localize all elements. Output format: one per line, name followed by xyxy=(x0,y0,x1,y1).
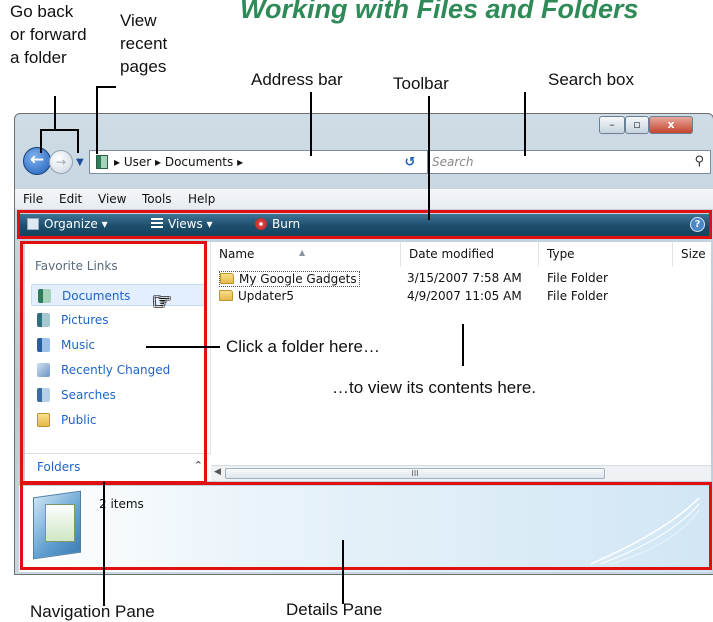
search-icon[interactable]: ⚲ xyxy=(694,154,704,169)
documents-icon xyxy=(96,155,108,169)
column-header-date-modified[interactable]: Date modified xyxy=(401,242,539,267)
forward-arrow-icon: → xyxy=(55,155,67,169)
callout-line: View xyxy=(120,11,157,30)
folder-icon xyxy=(219,290,233,301)
menu-bar: File Edit View Tools Help xyxy=(15,188,713,210)
callout-view-recent: View recent pages xyxy=(120,9,167,78)
callout-line: Go back xyxy=(10,2,74,21)
callout-go-back-forward: Go back or forward a folder xyxy=(10,0,87,69)
file-name: My Google Gadgets xyxy=(239,272,357,286)
page-title: Working with Files and Folders xyxy=(240,0,639,24)
leader-line xyxy=(524,92,526,156)
leader-line xyxy=(310,92,312,156)
file-name: Updater5 xyxy=(238,289,295,303)
leader-line xyxy=(54,96,56,130)
scrollbar-grip: III xyxy=(411,469,419,478)
column-header-label: Date modified xyxy=(409,247,495,261)
recent-pages-button[interactable]: ▼ xyxy=(76,157,84,168)
scrollbar-thumb[interactable]: III xyxy=(225,468,605,479)
details-pane-highlight-box xyxy=(20,482,712,570)
search-box[interactable]: ⚲ xyxy=(427,150,711,174)
menu-view[interactable]: View xyxy=(98,192,126,206)
leader-line xyxy=(342,540,344,604)
sort-arrow-icon: ▲ xyxy=(299,248,306,257)
leader-line xyxy=(103,482,105,606)
leader-line xyxy=(96,86,116,88)
horizontal-scrollbar[interactable]: ◀ III xyxy=(211,465,711,481)
callout-line: a folder xyxy=(10,48,67,67)
column-header-label: Size xyxy=(681,247,706,261)
navigation-pane-highlight-box xyxy=(20,241,207,484)
type-cell: File Folder xyxy=(547,271,608,285)
column-header-name[interactable]: ▲ Name xyxy=(211,242,401,267)
menu-edit[interactable]: Edit xyxy=(59,192,82,206)
menu-file[interactable]: File xyxy=(23,192,43,206)
callout-navigation-pane: Navigation Pane xyxy=(30,602,155,621)
hand-pointer-icon: ☞ xyxy=(152,289,172,314)
type-cell: File Folder xyxy=(547,289,608,303)
close-button[interactable]: x xyxy=(649,116,693,134)
callout-address-bar: Address bar xyxy=(251,70,343,89)
leader-line xyxy=(40,129,42,153)
file-name-cell: My Google Gadgets xyxy=(219,271,360,287)
date-modified-cell: 3/15/2007 7:58 AM xyxy=(407,271,522,285)
menu-tools[interactable]: Tools xyxy=(142,192,172,206)
callout-line: or forward xyxy=(10,25,87,44)
leader-line xyxy=(146,346,220,348)
column-header-size[interactable]: Size xyxy=(673,242,711,267)
callout-toolbar: Toolbar xyxy=(393,74,449,93)
callout-search-box: Search box xyxy=(548,70,634,89)
table-row[interactable]: Updater5 4/9/2007 11:05 AM File Folder xyxy=(211,288,711,306)
maximize-button[interactable]: ▫ xyxy=(625,116,649,134)
back-button[interactable]: ← xyxy=(23,147,51,175)
file-list: ▲ Name Date modified Type Size My Google… xyxy=(211,242,711,481)
chevron-down-icon: ▼ xyxy=(76,157,84,168)
column-header-type[interactable]: Type xyxy=(539,242,673,267)
search-input[interactable] xyxy=(432,154,682,170)
leader-line xyxy=(40,129,78,131)
refresh-button[interactable]: ↺ xyxy=(398,153,422,173)
back-arrow-icon: ← xyxy=(29,150,45,170)
file-name-cell: Updater5 xyxy=(219,289,294,303)
table-row[interactable]: My Google Gadgets 3/15/2007 7:58 AM File… xyxy=(211,270,711,288)
callout-line: recent xyxy=(120,34,168,53)
minimize-button[interactable]: – xyxy=(599,116,625,134)
callout-view-contents: …to view its contents here. xyxy=(332,378,537,397)
folder-icon xyxy=(220,273,234,284)
date-modified-cell: 4/9/2007 11:05 AM xyxy=(407,289,522,303)
column-header-label: Type xyxy=(547,247,575,261)
toolbar-highlight-box xyxy=(17,210,712,239)
leader-line xyxy=(462,324,464,366)
callout-click-folder: Click a folder here… xyxy=(226,337,381,356)
refresh-icon: ↺ xyxy=(404,155,416,170)
column-header-label: Name xyxy=(219,247,255,261)
callout-line: pages xyxy=(120,57,167,76)
menu-help[interactable]: Help xyxy=(188,192,215,206)
leader-line xyxy=(96,86,98,154)
leader-line xyxy=(428,96,430,220)
leader-line xyxy=(77,129,79,153)
forward-button[interactable]: → xyxy=(49,150,73,174)
address-path: ▸ User ▸ Documents ▸ xyxy=(114,155,244,169)
scroll-left-icon[interactable]: ◀ xyxy=(214,467,221,477)
callout-details-pane: Details Pane xyxy=(286,600,383,619)
